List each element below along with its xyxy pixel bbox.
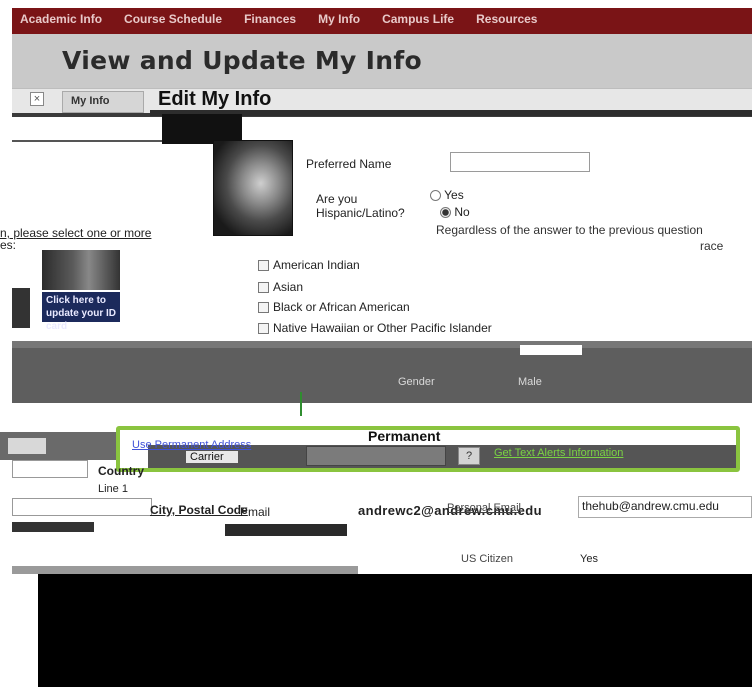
demographics-band: Gender Male [12, 348, 752, 416]
race-regardless-text: Regardless of the answer to the previous… [436, 223, 703, 237]
tab-my-info[interactable]: My Info [62, 91, 144, 113]
top-navigation: Academic Info Course Schedule Finances M… [12, 8, 752, 34]
profile-photo [213, 140, 293, 236]
nav-course-schedule[interactable]: Course Schedule [124, 12, 222, 26]
status-chip [520, 345, 582, 355]
nav-my-info[interactable]: My Info [318, 12, 360, 26]
checkbox[interactable] [258, 323, 269, 335]
address-field[interactable] [12, 498, 152, 516]
race-option-pacific-islander[interactable]: Native Hawaiian or Other Pacific Islande… [258, 321, 492, 335]
address-tab[interactable] [52, 439, 112, 453]
hispanic-yes-option[interactable]: Yes [430, 188, 464, 202]
hispanic-no-option[interactable]: No [440, 205, 470, 219]
race-option-asian[interactable]: Asian [258, 280, 303, 294]
page-header: View and Update My Info [12, 34, 752, 88]
update-id-card-link[interactable]: Click here to update your ID card [42, 292, 120, 332]
race-word: race [700, 239, 724, 253]
radio-no[interactable] [440, 207, 451, 219]
address-field-dark [12, 522, 94, 532]
city-postal-label: City, Postal Code [150, 503, 248, 517]
modal-title: Edit My Info [158, 88, 272, 110]
race-option-american-indian[interactable]: American Indian [258, 258, 360, 272]
race-option-black[interactable]: Black or African American [258, 300, 410, 314]
personal-email-label: Personal Email [447, 502, 521, 514]
highlight-box [116, 426, 740, 472]
address-tab[interactable] [8, 438, 46, 454]
us-citizen-value: Yes [580, 553, 598, 565]
page-title: View and Update My Info [62, 46, 423, 75]
black-overlay [38, 574, 752, 687]
race-instruction-cont: es: [0, 238, 17, 252]
nav-campus-life[interactable]: Campus Life [382, 12, 454, 26]
race-instruction: n, please select one or more [0, 226, 152, 240]
hispanic-question-label: Are you Hispanic/Latino? [316, 192, 405, 220]
divider [300, 392, 302, 416]
gender-header: Gender [398, 376, 435, 388]
radio-yes[interactable] [430, 190, 441, 202]
footer-strip [12, 566, 358, 574]
id-card-thumbnail [42, 250, 120, 290]
us-citizen-label: US Citizen [461, 553, 513, 565]
country-label: Country [98, 464, 144, 478]
preferred-name-label: Preferred Name [306, 157, 392, 171]
email-field-dark [225, 524, 347, 536]
nav-resources[interactable]: Resources [476, 12, 537, 26]
line1-label: Line 1 [98, 483, 128, 495]
side-panel [12, 288, 30, 328]
personal-email-input[interactable]: thehub@andrew.cmu.edu [578, 496, 752, 518]
email-label: Email [240, 505, 271, 519]
checkbox[interactable] [258, 302, 269, 314]
address-field[interactable] [12, 460, 88, 478]
preferred-name-input[interactable] [450, 152, 590, 172]
nav-academic-info[interactable]: Academic Info [20, 12, 102, 26]
checkbox[interactable] [258, 282, 269, 294]
gender-value: Male [518, 376, 542, 388]
close-icon[interactable]: × [30, 92, 44, 106]
nav-finances[interactable]: Finances [244, 12, 296, 26]
checkbox[interactable] [258, 260, 269, 272]
